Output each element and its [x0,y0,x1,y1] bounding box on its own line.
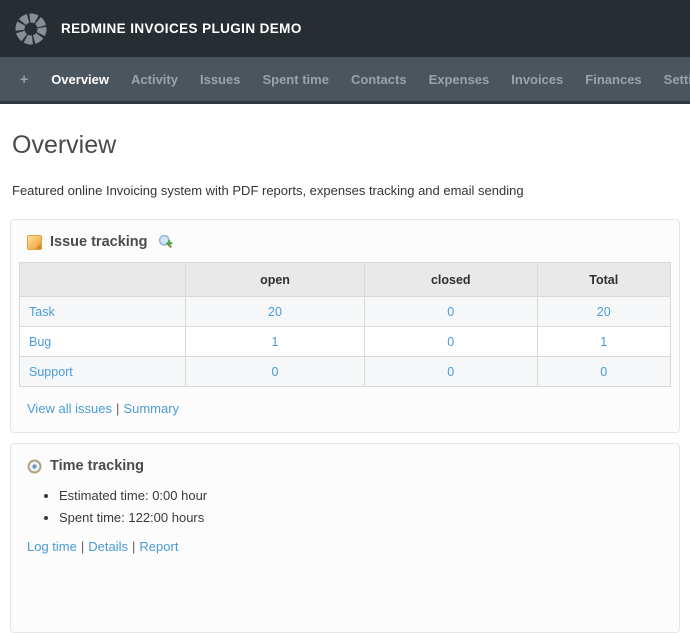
col-open: open [186,263,365,297]
nav-item-activity[interactable]: Activity [120,72,189,87]
link-separator: | [116,401,119,416]
report-link[interactable]: Report [139,539,178,554]
page-title: Overview [12,131,680,159]
bug-open-count[interactable]: 1 [272,335,279,349]
col-tracker [20,263,186,297]
task-closed-count[interactable]: 0 [447,305,454,319]
col-closed: closed [365,263,538,297]
table-row: Support 0 0 0 [20,357,671,387]
tracker-link-bug[interactable]: Bug [29,335,51,349]
app-title: REDMINE INVOICES PLUGIN DEMO [61,21,302,36]
time-tracking-title: Time tracking [50,458,144,474]
redmine-logo-icon[interactable] [14,12,48,46]
details-link[interactable]: Details [88,539,128,554]
table-row: Task 20 0 20 [20,297,671,327]
time-tracking-list: Estimated time: 0:00 hour Spent time: 12… [19,488,671,525]
zoom-add-icon[interactable] [158,234,174,250]
summary-link[interactable]: Summary [123,401,179,416]
nav-item-issues[interactable]: Issues [189,72,251,87]
table-row: Bug 1 0 1 [20,327,671,357]
clock-icon [27,459,42,474]
issue-tracking-package-icon [27,235,42,250]
main-nav: + Overview Activity Issues Spent time Co… [0,57,690,104]
project-description: Featured online Invoicing system with PD… [12,183,680,199]
nav-item-contacts[interactable]: Contacts [340,72,418,87]
link-separator: | [132,539,135,554]
nav-item-settings[interactable]: Settings [653,72,690,87]
issue-summary-table: open closed Total Task 20 0 20 Bug 1 0 1 [19,262,671,387]
spent-time: Spent time: 122:00 hours [59,510,671,525]
link-separator: | [81,539,84,554]
view-all-issues-link[interactable]: View all issues [27,401,112,416]
time-tracking-header: Time tracking [27,458,671,474]
support-closed-count[interactable]: 0 [447,365,454,379]
col-total: Total [537,263,670,297]
issue-tracking-links: View all issues | Summary [27,401,671,416]
tracker-link-support[interactable]: Support [29,365,73,379]
top-header: REDMINE INVOICES PLUGIN DEMO [0,0,690,57]
issue-tracking-header: Issue tracking [27,234,671,250]
issue-tracking-title: Issue tracking [50,234,148,250]
support-total-count[interactable]: 0 [600,365,607,379]
nav-item-finances[interactable]: Finances [574,72,652,87]
table-header-row: open closed Total [20,263,671,297]
time-tracking-links: Log time | Details | Report [27,539,671,554]
nav-plus-button[interactable]: + [12,71,40,87]
task-open-count[interactable]: 20 [268,305,282,319]
issue-tracking-box: Issue tracking open closed [10,219,680,433]
tracker-link-task[interactable]: Task [29,305,55,319]
log-time-link[interactable]: Log time [27,539,77,554]
nav-item-expenses[interactable]: Expenses [418,72,501,87]
nav-item-spent-time[interactable]: Spent time [251,72,339,87]
nav-item-overview[interactable]: Overview [40,72,120,87]
bug-total-count[interactable]: 1 [600,335,607,349]
task-total-count[interactable]: 20 [597,305,611,319]
estimated-time: Estimated time: 0:00 hour [59,488,671,503]
main-content: Overview Featured online Invoicing syste… [0,131,690,633]
support-open-count[interactable]: 0 [272,365,279,379]
bug-closed-count[interactable]: 0 [447,335,454,349]
nav-item-invoices[interactable]: Invoices [500,72,574,87]
time-tracking-box: Time tracking Estimated time: 0:00 hour … [10,443,680,633]
